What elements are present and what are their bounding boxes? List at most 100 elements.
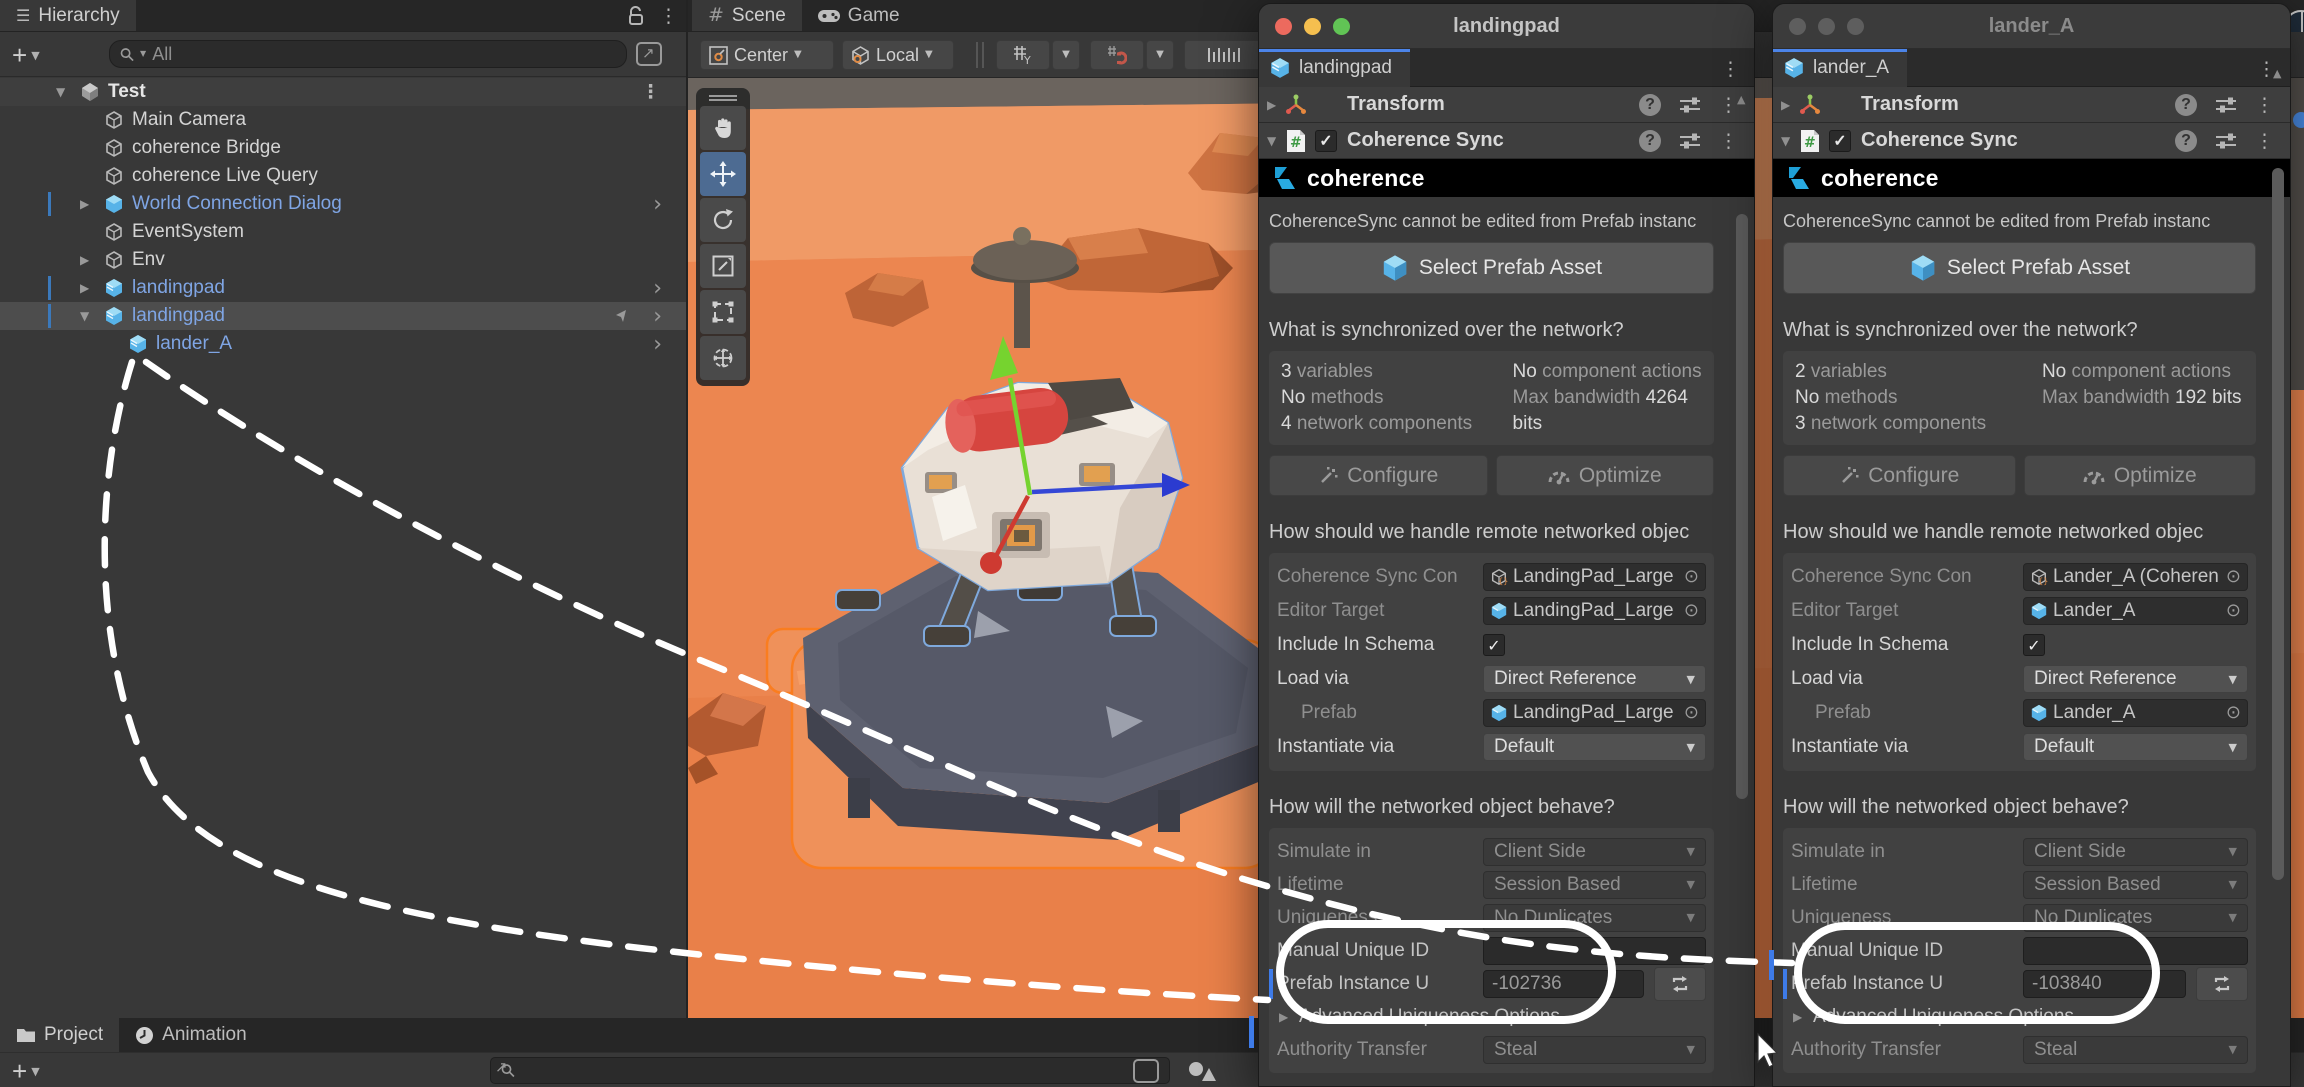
lifetime-dropdown[interactable]: Session Based ▼ <box>1483 871 1706 899</box>
editor-target-object-field[interactable]: Lander_A ⊙ <box>2023 597 2248 625</box>
hierarchy-row[interactable]: coherence Bridge <box>0 134 686 162</box>
foldout-closed-icon[interactable]: ▶ <box>80 253 89 267</box>
instantiate-via-dropdown[interactable]: Default ▼ <box>1483 733 1706 761</box>
foldout-open-icon[interactable]: ▼ <box>1267 134 1276 148</box>
hierarchy-row[interactable]: ▶ Env <box>0 246 686 274</box>
simulate-in-dropdown[interactable]: Client Side ▼ <box>1483 838 1706 866</box>
presets-icon[interactable] <box>1679 95 1701 115</box>
scrollbar-thumb[interactable] <box>2272 168 2284 880</box>
hierarchy-row-prefab[interactable]: ▶ landingpad › <box>0 274 686 302</box>
help-icon[interactable]: ? <box>2175 130 2197 152</box>
rotate-tool-button[interactable] <box>700 198 746 242</box>
project-search-input[interactable] <box>521 1060 1127 1081</box>
hierarchy-search-input[interactable] <box>152 44 616 65</box>
uniqueness-dropdown[interactable]: No Duplicates ▼ <box>1483 904 1706 932</box>
presets-icon[interactable] <box>1679 131 1701 151</box>
component-enabled-checkbox[interactable]: ✓ <box>1315 130 1337 152</box>
chevron-right-icon[interactable]: › <box>653 192 662 217</box>
transform-component-header[interactable]: ▶ Transform ? ⋮ <box>1259 87 1754 123</box>
lifetime-dropdown[interactable]: Session Based ▼ <box>2023 871 2248 899</box>
tab-hierarchy[interactable]: ☰ Hierarchy <box>0 0 136 31</box>
row-menu-icon[interactable]: ⋮ <box>641 81 660 103</box>
help-icon[interactable]: ? <box>1639 130 1661 152</box>
tab-project[interactable]: Project <box>0 1018 119 1052</box>
orientation-button[interactable]: Local ▼ <box>842 40 954 70</box>
authority-transfer-dropdown[interactable]: Steal ▼ <box>2023 1036 2248 1064</box>
tab-scene[interactable]: # Scene <box>692 0 802 31</box>
scroll-up-icon[interactable]: ▲ <box>1737 94 1745 105</box>
close-button[interactable] <box>1275 18 1292 35</box>
grid-visibility-button[interactable]: Y <box>996 40 1050 70</box>
hierarchy-search[interactable]: ▼ <box>109 40 627 68</box>
window-titlebar[interactable]: landingpad <box>1259 4 1754 49</box>
object-picker-icon[interactable]: ⊙ <box>1684 602 1699 620</box>
load-via-dropdown[interactable]: Direct Reference ▼ <box>2023 665 2248 693</box>
advanced-uniqueness-foldout[interactable]: ▶ Advanced Uniqueness Options <box>1277 1000 1706 1033</box>
sync-config-object-field[interactable]: {} Lander_A (Coheren ⊙ <box>2023 563 2248 591</box>
editor-target-object-field[interactable]: LandingPad_Large ⊙ <box>1483 597 1706 625</box>
prefab-object-field[interactable]: LandingPad_Large ⊙ <box>1483 699 1706 727</box>
simulate-in-dropdown[interactable]: Client Side ▼ <box>2023 838 2248 866</box>
foldout-closed-icon[interactable]: ▶ <box>80 197 89 211</box>
transform-component-header[interactable]: ▶ Transform ? ⋮ <box>1773 87 2290 123</box>
help-icon[interactable]: ? <box>2175 94 2197 116</box>
minimize-button[interactable] <box>1304 18 1321 35</box>
object-picker-icon[interactable]: ⊙ <box>2226 704 2241 722</box>
load-via-dropdown[interactable]: Direct Reference ▼ <box>1483 665 1706 693</box>
chevron-right-icon[interactable]: › <box>653 304 662 329</box>
hierarchy-row-scene[interactable]: ▼ Test ⋮ <box>0 78 686 106</box>
instantiate-via-dropdown[interactable]: Default ▼ <box>2023 733 2248 761</box>
object-picker-icon[interactable]: ⊙ <box>2226 568 2241 586</box>
presets-icon[interactable] <box>2215 131 2237 151</box>
hierarchy-row[interactable]: coherence Live Query <box>0 162 686 190</box>
foldout-open-icon[interactable]: ▼ <box>56 85 65 99</box>
move-tool-button[interactable] <box>700 152 746 196</box>
chevron-right-icon[interactable]: › <box>653 332 662 357</box>
tab-game[interactable]: Game <box>802 0 916 31</box>
include-in-schema-checkbox[interactable]: ✓ <box>2023 634 2045 656</box>
snap-increment-button[interactable] <box>1184 40 1264 70</box>
zoom-button[interactable] <box>1847 18 1864 35</box>
advanced-uniqueness-foldout[interactable]: ▶ Advanced Uniqueness Options <box>1791 1000 2248 1033</box>
configure-button[interactable]: Configure <box>1783 455 2016 496</box>
scrollbar-thumb[interactable] <box>1736 214 1748 799</box>
prefab-instance-uid-input[interactable]: -102736 <box>1483 970 1644 998</box>
minimize-button[interactable] <box>1818 18 1835 35</box>
component-enabled-checkbox[interactable]: ✓ <box>1829 130 1851 152</box>
hierarchy-row[interactable]: Main Camera <box>0 106 686 134</box>
tab-lander-a[interactable]: lander_A <box>1773 49 1907 87</box>
palette-drag-handle[interactable] <box>700 92 746 104</box>
grid-snap-button[interactable] <box>1090 40 1144 70</box>
sync-config-object-field[interactable]: {} LandingPad_Large ⊙ <box>1483 563 1706 591</box>
optimize-button[interactable]: Optimize <box>2024 455 2257 496</box>
presets-icon[interactable] <box>2215 95 2237 115</box>
regenerate-uid-button[interactable] <box>1654 967 1706 1001</box>
hierarchy-row-prefab[interactable]: ▶ World Connection Dialog › <box>0 190 686 218</box>
include-in-schema-checkbox[interactable]: ✓ <box>1483 634 1505 656</box>
tab-landingpad[interactable]: landingpad <box>1259 49 1410 87</box>
close-button[interactable] <box>1789 18 1806 35</box>
grid-snap-caret[interactable]: ▼ <box>1146 40 1174 70</box>
coherence-sync-component-header[interactable]: ▼ # ✓ Coherence Sync ? ⋮ <box>1773 123 2290 159</box>
transform-tool-button[interactable] <box>700 336 746 380</box>
tab-animation[interactable]: Animation <box>119 1018 263 1052</box>
hierarchy-row-prefab-child[interactable]: lander_A › <box>0 330 686 358</box>
hierarchy-row[interactable]: EventSystem <box>0 218 686 246</box>
scale-tool-button[interactable] <box>700 244 746 288</box>
uniqueness-dropdown[interactable]: No Duplicates ▼ <box>2023 904 2248 932</box>
add-object-button[interactable]: + ▼ <box>12 40 40 71</box>
foldout-closed-icon[interactable]: ▶ <box>80 281 89 295</box>
regenerate-uid-button[interactable] <box>2196 967 2248 1001</box>
hierarchy-menu-icon[interactable]: ⋮ <box>659 5 678 27</box>
foldout-closed-icon[interactable]: ▶ <box>1267 98 1276 112</box>
configure-button[interactable]: Configure <box>1269 455 1488 496</box>
prefab-object-field[interactable]: Lander_A ⊙ <box>2023 699 2248 727</box>
zoom-button[interactable] <box>1333 18 1350 35</box>
lock-icon[interactable] <box>627 6 645 26</box>
object-picker-icon[interactable]: ⊙ <box>1684 568 1699 586</box>
manual-unique-id-input[interactable] <box>2023 937 2248 965</box>
chevron-right-icon[interactable]: › <box>653 276 662 301</box>
coherence-sync-component-header[interactable]: ▼ # ✓ Coherence Sync ? ⋮ <box>1259 123 1754 159</box>
rect-tool-button[interactable] <box>700 290 746 334</box>
project-search[interactable] <box>490 1057 1170 1084</box>
